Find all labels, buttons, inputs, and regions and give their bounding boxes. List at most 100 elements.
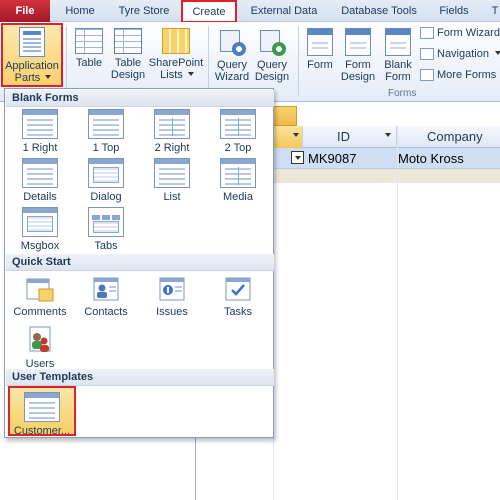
separator xyxy=(66,26,67,96)
query-design-label-2: Design xyxy=(254,71,290,83)
tab-external-data[interactable]: External Data xyxy=(244,0,324,22)
customer-template-icon xyxy=(24,392,60,422)
gallery-item-label: List xyxy=(163,191,181,203)
gallery-item-label: Msgbox xyxy=(20,240,60,252)
sharepoint-lists-button[interactable]: SharePoint Lists xyxy=(148,28,204,81)
forms-group-label: Forms xyxy=(388,88,417,99)
form-2-top-icon xyxy=(220,109,256,139)
navigation-label: Navigation xyxy=(437,48,489,60)
gallery-item-label: Details xyxy=(23,191,57,203)
blank-forms-header: Blank Forms xyxy=(6,90,274,107)
gallery-item-label: 1 Right xyxy=(22,142,58,154)
more-forms-button[interactable]: More Forms xyxy=(420,66,496,84)
form-2-right-icon xyxy=(154,109,190,139)
user-templates-header: User Templates xyxy=(6,369,274,386)
gallery-item-msgbox[interactable]: Msgbox xyxy=(7,207,73,252)
form-media-icon xyxy=(220,158,256,188)
chevron-down-icon xyxy=(495,51,500,55)
query-wizard-label-2: Wizard xyxy=(214,71,250,83)
gallery-item-dialog[interactable]: Dialog xyxy=(73,158,139,203)
application-parts-gallery: Blank Forms 1 Right 1 Top 2 Right 2 Top … xyxy=(4,88,274,438)
more-forms-label: More Forms xyxy=(437,69,497,81)
gallery-item-issues[interactable]: Issues xyxy=(139,275,205,318)
query-wizard-icon xyxy=(218,28,246,56)
application-parts-label-1: Application xyxy=(5,60,59,72)
gallery-item-label: Tasks xyxy=(223,306,253,318)
gallery-item-label: 2 Top xyxy=(224,142,252,154)
separator xyxy=(298,26,299,96)
chevron-down-icon xyxy=(187,72,194,76)
blank-form-label-2: Form xyxy=(385,71,411,83)
query-design-label-1: Query xyxy=(257,59,287,71)
form-wizard-button[interactable]: Form Wizard xyxy=(420,24,500,42)
form-details-icon xyxy=(22,158,58,188)
form-icon xyxy=(307,28,333,56)
table-design-label-2: Design xyxy=(110,69,146,81)
gallery-item-label: Dialog xyxy=(90,191,122,203)
gallery-item-customer[interactable]: Customer... xyxy=(8,386,76,437)
form-wizard-label: Form Wizard xyxy=(437,27,500,39)
form-design-icon xyxy=(345,28,371,56)
form-button[interactable]: Form xyxy=(302,28,338,71)
comments-icon xyxy=(26,278,54,302)
sharepoint-label-1: SharePoint xyxy=(148,57,204,69)
gallery-item-label: Contacts xyxy=(84,306,128,318)
tab-home[interactable]: Home xyxy=(58,0,102,22)
sharepoint-label-2: Lists xyxy=(160,69,183,81)
ribbon-tab-bar: File Home Tyre Store Create External Dat… xyxy=(0,0,500,23)
form-design-label-1: Form xyxy=(345,59,371,71)
form-tabs-icon xyxy=(88,207,124,237)
form-label: Form xyxy=(307,59,333,71)
table-button[interactable]: Table xyxy=(70,28,108,69)
query-wizard-button[interactable]: Query Wizard xyxy=(212,28,252,83)
column-company-label: Company xyxy=(427,129,483,144)
gallery-item-details[interactable]: Details xyxy=(7,158,73,203)
navigation-icon xyxy=(420,48,434,61)
gallery-item-label: Tabs xyxy=(94,240,118,252)
tab-fields[interactable]: Fields xyxy=(434,0,474,22)
tasks-icon xyxy=(225,277,251,301)
tab-table-cut[interactable]: T xyxy=(488,0,500,22)
gallery-item-list[interactable]: List xyxy=(139,158,205,203)
query-design-button[interactable]: Query Design xyxy=(252,28,292,83)
gallery-item-2-right[interactable]: 2 Right xyxy=(139,109,205,154)
table-design-button[interactable]: Table Design xyxy=(108,28,148,81)
query-design-icon xyxy=(258,28,286,56)
column-header-id[interactable]: ID xyxy=(303,126,397,148)
gallery-item-tabs[interactable]: Tabs xyxy=(73,207,139,252)
tab-file[interactable]: File xyxy=(0,0,50,22)
application-parts-button[interactable]: Application Parts xyxy=(1,23,63,87)
blank-form-button[interactable]: Blank Form xyxy=(378,28,418,83)
chevron-down-icon xyxy=(295,156,301,160)
issues-icon xyxy=(159,277,185,301)
navigation-button[interactable]: Navigation xyxy=(420,45,500,63)
form-design-button[interactable]: Form Design xyxy=(338,28,378,83)
form-1-right-icon xyxy=(22,109,58,139)
gallery-item-1-right[interactable]: 1 Right xyxy=(7,109,73,154)
chevron-down-icon xyxy=(385,133,391,137)
gallery-item-comments[interactable]: Comments xyxy=(7,275,73,318)
gallery-item-users[interactable]: Users xyxy=(7,325,73,370)
blank-form-label-1: Blank xyxy=(384,59,412,71)
form-1-top-icon xyxy=(88,109,124,139)
form-dialog-icon xyxy=(88,158,124,188)
gallery-item-label: Issues xyxy=(156,306,188,318)
table-design-label-1: Table xyxy=(114,57,142,69)
cell-id[interactable]: MK9087 xyxy=(308,148,356,169)
gallery-item-contacts[interactable]: Contacts xyxy=(73,275,139,318)
tab-tyre-store[interactable]: Tyre Store xyxy=(110,0,178,22)
tab-database-tools[interactable]: Database Tools xyxy=(332,0,426,22)
quick-start-header: Quick Start xyxy=(6,254,274,271)
column-id-label: ID xyxy=(337,129,350,144)
column-header-company[interactable]: Company xyxy=(397,126,500,148)
separator xyxy=(208,26,209,96)
gallery-item-media[interactable]: Media xyxy=(205,158,271,203)
tab-create[interactable]: Create xyxy=(181,0,237,23)
gallery-item-tasks[interactable]: Tasks xyxy=(205,275,271,318)
grid-line xyxy=(397,126,398,500)
contacts-icon xyxy=(93,277,119,301)
dropdown-button[interactable] xyxy=(291,151,304,164)
cell-company[interactable]: Moto Kross xyxy=(398,148,464,169)
gallery-item-2-top[interactable]: 2 Top xyxy=(205,109,271,154)
gallery-item-1-top[interactable]: 1 Top xyxy=(73,109,139,154)
